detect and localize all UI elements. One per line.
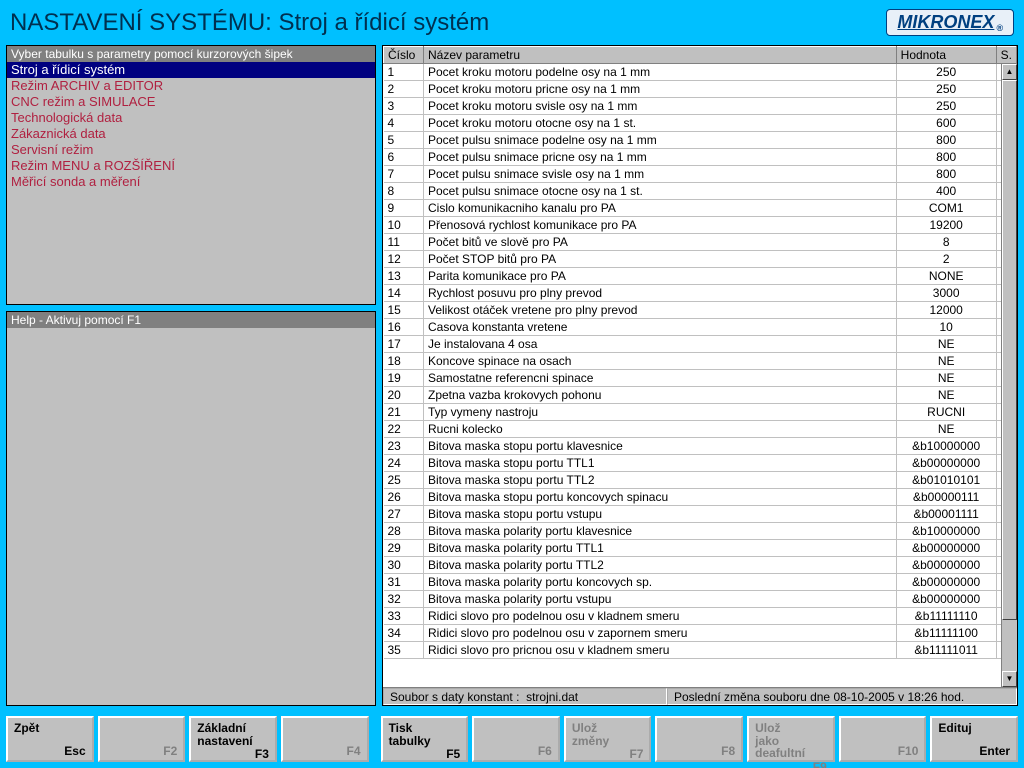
table-row[interactable]: 31Bitova maska polarity portu koncovych …: [384, 574, 1017, 591]
sidebar-item-7[interactable]: Měřicí sonda a měření: [7, 174, 375, 190]
col-header-s[interactable]: S.: [996, 47, 1016, 64]
fkey-F6[interactable]: F6: [472, 716, 560, 762]
table-row[interactable]: 6Pocet pulsu snimace pricne osy na 1 mm8…: [384, 149, 1017, 166]
table-row[interactable]: 7Pocet pulsu snimace svisle osy na 1 mm8…: [384, 166, 1017, 183]
help-body: [7, 328, 375, 705]
fkey-F3[interactable]: ZákladnínastaveníF3: [189, 716, 277, 762]
fkey-F2[interactable]: F2: [98, 716, 186, 762]
fkey-F10[interactable]: F10: [839, 716, 927, 762]
sidebar-item-3[interactable]: Technologická data: [7, 110, 375, 126]
table-row[interactable]: 23Bitova maska stopu portu klavesnice&b1…: [384, 438, 1017, 455]
table-row[interactable]: 14Rychlost posuvu pro plny prevod3000: [384, 285, 1017, 302]
table-row[interactable]: 8Pocet pulsu snimace otocne osy na 1 st.…: [384, 183, 1017, 200]
table-row[interactable]: 24Bitova maska stopu portu TTL1&b0000000…: [384, 455, 1017, 472]
table-row[interactable]: 34Ridici slovo pro podelnou osu v zaporn…: [384, 625, 1017, 642]
table-row[interactable]: 20Zpetna vazba krokovych pohonuNE: [384, 387, 1017, 404]
table-row[interactable]: 28Bitova maska polarity portu klavesnice…: [384, 523, 1017, 540]
help-panel: Help - Aktivuj pomocí F1: [6, 311, 376, 706]
param-grid[interactable]: Číslo Název parametru Hodnota S. 1Pocet …: [382, 45, 1018, 706]
scroll-up-icon[interactable]: ▲: [1002, 64, 1017, 80]
page-title: NASTAVENÍ SYSTÉMU: Stroj a řídicí systém: [10, 9, 489, 37]
sidebar-item-0[interactable]: Stroj a řídicí systém: [7, 62, 375, 78]
table-row[interactable]: 32Bitova maska polarity portu vstupu&b00…: [384, 591, 1017, 608]
scroll-thumb[interactable]: [1002, 80, 1017, 620]
fkey-F4[interactable]: F4: [281, 716, 369, 762]
table-row[interactable]: 13Parita komunikace pro PANONE: [384, 268, 1017, 285]
table-row[interactable]: 33Ridici slovo pro podelnou osu v kladne…: [384, 608, 1017, 625]
table-row[interactable]: 12Počet STOP bitů pro PA2: [384, 251, 1017, 268]
table-row[interactable]: 1Pocet kroku motoru podelne osy na 1 mm2…: [384, 64, 1017, 81]
scroll-down-icon[interactable]: ▼: [1002, 671, 1017, 687]
table-row[interactable]: 26Bitova maska stopu portu koncovych spi…: [384, 489, 1017, 506]
help-header: Help - Aktivuj pomocí F1: [7, 312, 375, 328]
table-row[interactable]: 29Bitova maska polarity portu TTL1&b0000…: [384, 540, 1017, 557]
fkey-F8[interactable]: F8: [655, 716, 743, 762]
grid-scrollbar[interactable]: ▲ ▼: [1001, 64, 1017, 687]
col-header-name[interactable]: Název parametru: [424, 47, 897, 64]
table-row[interactable]: 22Rucni koleckoNE: [384, 421, 1017, 438]
table-row[interactable]: 3Pocet kroku motoru svisle osy na 1 mm25…: [384, 98, 1017, 115]
table-selector-header: Vyber tabulku s parametry pomocí kurzoro…: [7, 46, 375, 62]
fkey-F5[interactable]: TisktabulkyF5: [381, 716, 469, 762]
table-row[interactable]: 35Ridici slovo pro pricnou osu v kladnem…: [384, 642, 1017, 659]
col-header-val[interactable]: Hodnota: [896, 47, 996, 64]
table-row[interactable]: 16Casova konstanta vretene10: [384, 319, 1017, 336]
table-row[interactable]: 25Bitova maska stopu portu TTL2&b0101010…: [384, 472, 1017, 489]
table-row[interactable]: 17Je instalovana 4 osaNE: [384, 336, 1017, 353]
fkey-Enter[interactable]: EditujEnter: [930, 716, 1018, 762]
table-row[interactable]: 10Přenosová rychlost komunikace pro PA19…: [384, 217, 1017, 234]
table-row[interactable]: 30Bitova maska polarity portu TTL2&b0000…: [384, 557, 1017, 574]
sidebar-item-2[interactable]: CNC režim a SIMULACE: [7, 94, 375, 110]
fkey-F7[interactable]: UložzměnyF7: [564, 716, 652, 762]
col-header-num[interactable]: Číslo: [384, 47, 424, 64]
table-row[interactable]: 15Velikost otáček vretene pro plny prevo…: [384, 302, 1017, 319]
table-row[interactable]: 27Bitova maska stopu portu vstupu&b00001…: [384, 506, 1017, 523]
fkey-Esc[interactable]: ZpětEsc: [6, 716, 94, 762]
sidebar-item-6[interactable]: Režim MENU a ROZŠÍŘENÍ: [7, 158, 375, 174]
table-row[interactable]: 2Pocet kroku motoru pricne osy na 1 mm25…: [384, 81, 1017, 98]
brand-logo: MIKRONEX®: [886, 9, 1014, 36]
status-modified: Poslední změna souboru dne 08-10-2005 v …: [667, 688, 1017, 705]
fkey-F9[interactable]: Uložjako deafultníF9: [747, 716, 835, 762]
table-row[interactable]: 21Typ vymeny nastrojuRUCNI!: [384, 404, 1017, 421]
table-row[interactable]: 4Pocet kroku motoru otocne osy na 1 st.6…: [384, 115, 1017, 132]
table-row[interactable]: 19Samostatne referencni spinaceNE: [384, 370, 1017, 387]
status-file: Soubor s daty konstant : strojni.dat: [383, 688, 667, 705]
table-row[interactable]: 18Koncove spinace na osachNE: [384, 353, 1017, 370]
table-row[interactable]: 9Cislo komunikacniho kanalu pro PACOM1: [384, 200, 1017, 217]
table-row[interactable]: 5Pocet pulsu snimace podelne osy na 1 mm…: [384, 132, 1017, 149]
table-selector-panel: Vyber tabulku s parametry pomocí kurzoro…: [6, 45, 376, 305]
sidebar-item-5[interactable]: Servisní režim: [7, 142, 375, 158]
table-row[interactable]: 11Počet bitů ve slově pro PA8: [384, 234, 1017, 251]
sidebar-item-1[interactable]: Režim ARCHIV a EDITOR: [7, 78, 375, 94]
sidebar-item-4[interactable]: Zákaznická data: [7, 126, 375, 142]
